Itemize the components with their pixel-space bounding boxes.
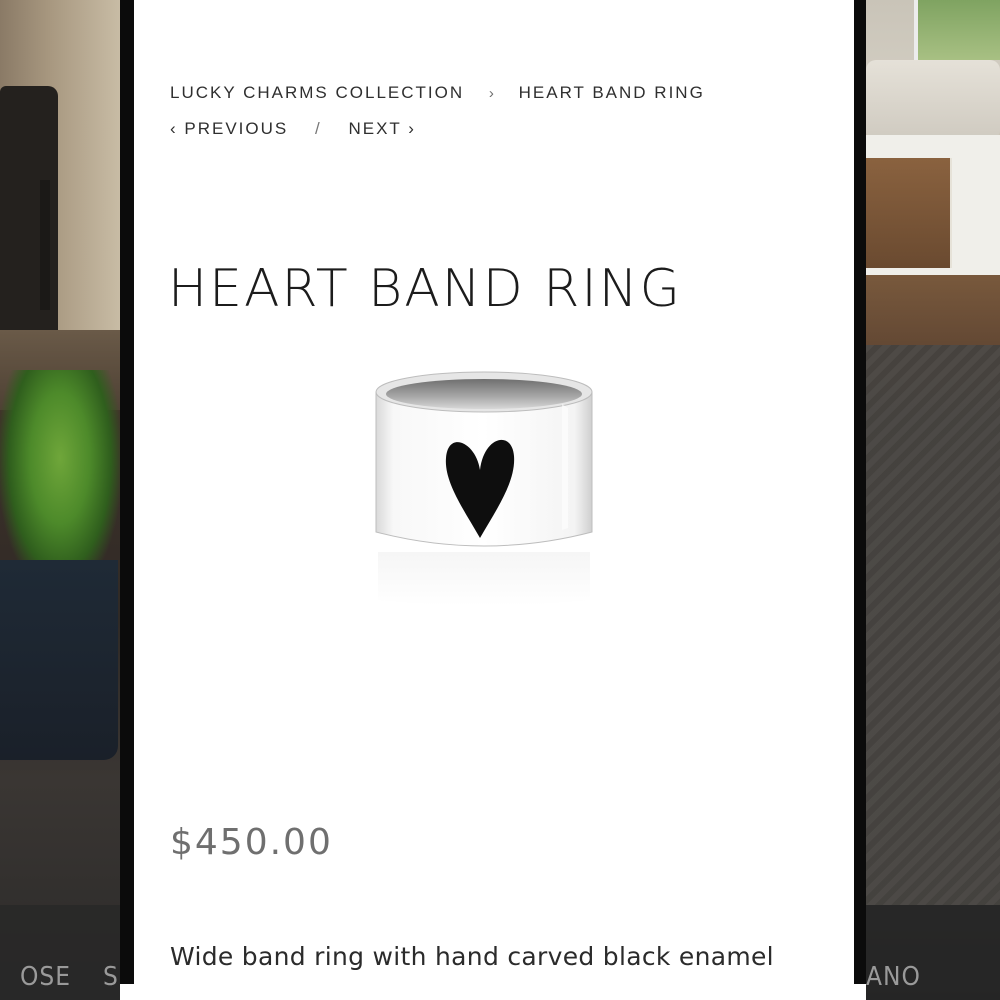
background-window [914, 0, 1000, 60]
background-caption-text: OSE [20, 962, 72, 992]
background-photo-right: ANO [866, 0, 1000, 1000]
app-viewport: OSE S ANO LUCKY CHARMS COLLECTION › HEAR… [0, 0, 1000, 1000]
background-photo-left: OSE S [0, 0, 122, 1000]
background-caption-text-2: S [103, 962, 119, 992]
background-sofa [866, 60, 1000, 140]
product-price: $450.00 [170, 822, 333, 863]
heart-band-ring-image[interactable] [364, 360, 604, 610]
background-plant [0, 370, 120, 590]
breadcrumb-collection-link[interactable]: LUCKY CHARMS COLLECTION [170, 83, 464, 102]
background-rug [866, 345, 1000, 905]
background-drawer [866, 158, 952, 268]
ring-illustration [375, 371, 593, 606]
panel-bottom-strip [120, 984, 866, 1000]
pager-separator: / [314, 119, 322, 138]
background-caption-text-right: ANO [866, 962, 921, 992]
product-panel: LUCKY CHARMS COLLECTION › HEART BAND RIN… [134, 0, 854, 1000]
background-chair-leg [40, 180, 50, 310]
next-product-link[interactable]: NEXT › [348, 119, 415, 138]
product-title: HEART BAND RING [168, 258, 682, 319]
breadcrumb-separator-icon: › [488, 85, 496, 102]
background-pot [0, 560, 118, 760]
breadcrumb: LUCKY CHARMS COLLECTION › HEART BAND RIN… [170, 83, 705, 103]
product-pager: ‹ PREVIOUS / NEXT › [170, 119, 416, 139]
previous-product-link[interactable]: ‹ PREVIOUS [170, 119, 288, 138]
breadcrumb-current: HEART BAND RING [518, 83, 705, 102]
